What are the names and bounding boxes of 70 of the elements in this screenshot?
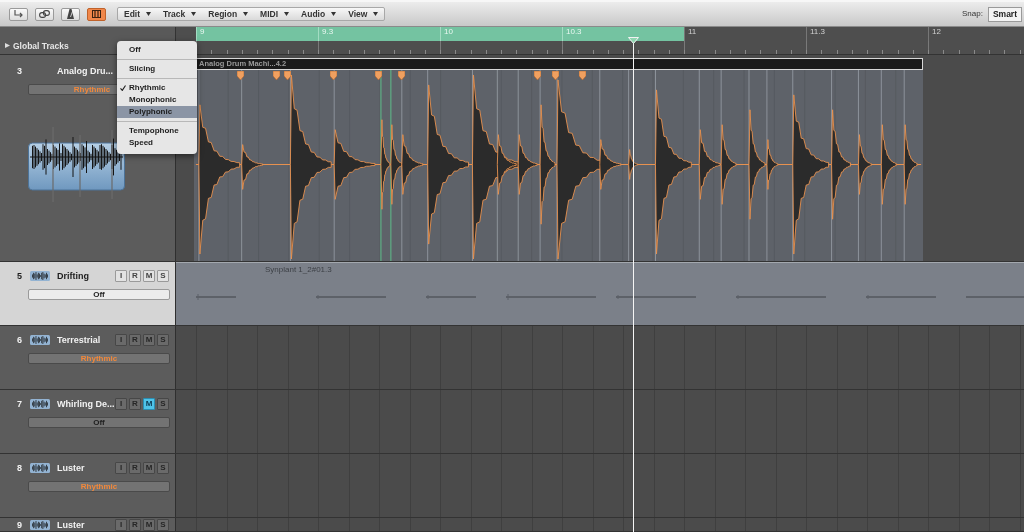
track-name: Luster	[57, 463, 85, 473]
flex-marker-icon[interactable]	[273, 71, 280, 80]
tool-button[interactable]	[87, 7, 106, 21]
caret-icon	[243, 12, 249, 16]
caret-icon	[331, 12, 337, 16]
bar-number: 9.3	[322, 28, 334, 36]
flex-mode-dropdown[interactable]: Off	[28, 417, 170, 428]
caret-icon	[146, 12, 152, 16]
bar-number: 12	[932, 28, 941, 36]
corner-arrow-icon	[14, 10, 23, 18]
track-name: Luster	[57, 520, 85, 530]
playhead-marker-icon[interactable]	[628, 37, 639, 44]
disclosure-triangle-icon	[5, 43, 10, 49]
menu-button[interactable]: Track	[157, 8, 203, 20]
flex-marker-icon[interactable]	[284, 71, 291, 80]
track-number: 6	[17, 335, 23, 345]
caret-icon	[284, 12, 290, 16]
menu-button[interactable]: Region	[202, 8, 255, 20]
bar-number: 10.3	[566, 28, 582, 36]
flex-marker-icon[interactable]	[552, 71, 559, 80]
bar-number: 11	[688, 28, 697, 36]
metronome-icon	[67, 9, 74, 19]
track-toggle-button[interactable]: I	[115, 270, 127, 282]
tool-button[interactable]	[61, 7, 80, 21]
track-name: Terrestrial	[57, 335, 101, 345]
menu-button[interactable]: Audio	[295, 8, 343, 20]
timeline-ruler[interactable]: 9 9.3 10 10.3 11 11.3 12	[176, 27, 1024, 54]
waveform-icon	[30, 520, 50, 530]
flex-marker-icon[interactable]	[237, 71, 244, 80]
waveform-icon	[30, 335, 50, 345]
flex-marker-icon[interactable]	[579, 71, 586, 80]
track-name: Whirling De...	[57, 399, 115, 409]
bar-number: 10	[444, 28, 453, 36]
caret-icon	[191, 12, 197, 16]
menu-item[interactable]: Polyphonic	[117, 106, 197, 118]
track-toggle-button[interactable]: R	[129, 270, 141, 282]
chain-link-icon	[39, 10, 50, 18]
track-number: 7	[17, 399, 23, 409]
menu-button[interactable]: View	[342, 8, 385, 20]
track-toggle-button[interactable]: M	[143, 398, 155, 410]
snap-label: Snap:	[962, 10, 983, 18]
track-number: 3	[17, 66, 23, 76]
flex-mode-dropdown[interactable]: Off	[28, 289, 170, 300]
track-number: 5	[17, 271, 23, 281]
tool-button[interactable]	[35, 7, 54, 21]
waveform-icon	[30, 463, 50, 473]
checkmark-icon	[120, 85, 126, 91]
flex-marker-icon[interactable]	[398, 71, 405, 80]
caret-icon	[373, 12, 379, 16]
waveform-icon	[30, 399, 50, 409]
track-name: Drifting	[57, 271, 89, 281]
bar-number: 11.3	[810, 28, 825, 36]
flex-marker-icon[interactable]	[534, 71, 541, 80]
flex-marker-icon[interactable]	[375, 71, 382, 80]
waveform-icon	[28, 127, 125, 202]
snap-dropdown[interactable]: Smart	[987, 6, 1022, 22]
menu-button[interactable]: MIDI	[254, 8, 296, 20]
waveform-icon	[30, 271, 50, 281]
track-number: 9	[17, 520, 23, 530]
track-name: Analog Dru...	[57, 66, 113, 76]
menu-button[interactable]: Edit	[118, 8, 158, 20]
region-name: Synplant 1_2#01.3	[265, 266, 333, 274]
bar-number: 9	[200, 28, 205, 36]
flex-marker-icon[interactable]	[330, 71, 337, 80]
track-toggle-button[interactable]: M	[143, 270, 155, 282]
track-number: 8	[17, 463, 23, 473]
global-tracks-toggle[interactable]: Global Tracks	[5, 41, 69, 50]
track-toggle-button[interactable]: S	[157, 270, 169, 282]
split-square-icon	[92, 10, 101, 18]
track-header[interactable]: 5 Drifting I R M S Off	[0, 262, 176, 325]
